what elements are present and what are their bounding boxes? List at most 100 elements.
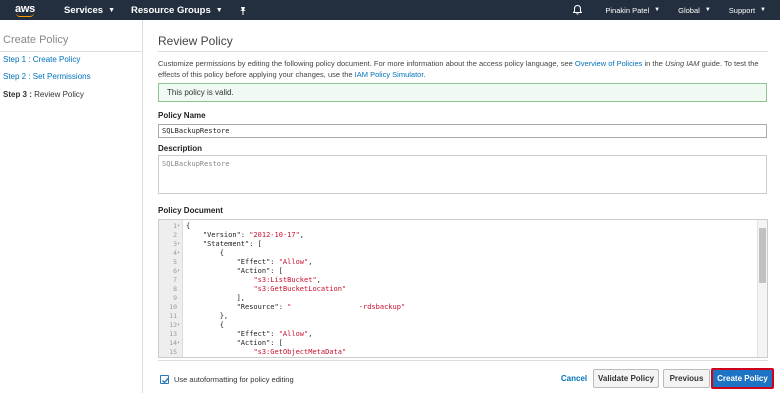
line-number: 9 <box>173 294 177 302</box>
fold-arrow-icon[interactable]: ▾ <box>177 222 180 231</box>
line-number: 3 <box>173 240 177 248</box>
editor-scrollbar[interactable] <box>757 220 767 357</box>
fold-arrow-icon[interactable]: ▾ <box>177 267 180 276</box>
user-menu[interactable]: Pinakin Patel ▼ <box>596 0 669 20</box>
resource-groups-menu[interactable]: Resource Groups ▼ <box>123 0 231 20</box>
policy-name-input[interactable]: SQLBackupRestore <box>158 124 767 138</box>
line-number: 7 <box>173 276 177 284</box>
services-label: Services <box>64 4 104 16</box>
code-string: "Allow" <box>278 330 309 338</box>
line-number: 11 <box>169 312 177 320</box>
line-number: 5 <box>173 258 177 266</box>
cancel-button[interactable]: Cancel <box>557 369 591 388</box>
code-token: "Effect": <box>186 330 279 338</box>
desc-text: Customize permissions by editing the fol… <box>158 59 575 68</box>
code-string: "Allow" <box>278 258 309 266</box>
line-number: 14 <box>169 339 177 347</box>
code-token: ], <box>186 294 246 302</box>
code-line: 1 ▾ { <box>159 222 759 231</box>
fold-arrow-icon[interactable]: ▾ <box>177 321 180 330</box>
code-line: 9 ], <box>159 294 759 303</box>
previous-button[interactable]: Previous <box>663 369 710 388</box>
code-text: "Effect": "Allow", <box>186 258 313 267</box>
policy-document-editor[interactable]: 1 ▾{2 "Version": "2012-10-17", 3 ▾ "Stateme… <box>158 219 768 358</box>
region-menu[interactable]: Global ▼ <box>669 0 720 20</box>
validate-policy-button[interactable]: Validate Policy <box>593 369 659 388</box>
sidebar-divider <box>0 51 143 52</box>
code-line: 8 "s3:GetBucketLocation" <box>159 285 759 294</box>
line-number: 13 <box>169 330 177 338</box>
editor-scrollbar-thumb[interactable] <box>759 228 766 283</box>
code-punct: , <box>308 258 313 266</box>
chevron-down-icon: ▼ <box>760 7 766 13</box>
policy-document-label: Policy Document <box>158 206 223 215</box>
code-line: 6 ▾ "Action": [ <box>159 267 759 276</box>
code-line: 15 "s3:GetObjectMetaData" <box>159 348 759 357</box>
code-line: 12 ▾ { <box>159 321 759 330</box>
step-prefix: Step 3 : <box>3 90 32 99</box>
description-label: Description <box>158 144 203 153</box>
line-number: 4 <box>173 249 177 257</box>
code-token: "Resource": <box>186 303 288 311</box>
code-text: { <box>186 222 190 231</box>
code-string: " -rdsbackup" <box>287 303 406 311</box>
resource-groups-label: Resource Groups <box>131 4 211 16</box>
title-divider <box>158 51 768 52</box>
bell-icon <box>572 5 582 15</box>
code-line: 13 "Effect": "Allow", <box>159 330 759 339</box>
code-string: "s3:GetBucketLocation" <box>253 285 347 293</box>
line-number: 6 <box>173 267 177 275</box>
description-textarea[interactable]: SQLBackupRestore <box>158 155 767 194</box>
code-token: "Action": [ <box>186 267 283 275</box>
services-menu[interactable]: Services ▼ <box>56 0 123 20</box>
page-description: Customize permissions by editing the fol… <box>158 58 766 80</box>
step-label: Review Policy <box>31 90 84 99</box>
code-token: "Action": [ <box>186 339 283 347</box>
fold-arrow-icon[interactable]: ▾ <box>177 249 180 258</box>
code-text: "s3:GetObjectMetaData" <box>186 348 346 357</box>
code-text: ], <box>186 294 245 303</box>
desc-text: in the <box>642 59 665 68</box>
autoformat-checkbox[interactable] <box>160 375 170 384</box>
line-number: 12 <box>169 321 177 329</box>
fold-arrow-icon[interactable]: ▾ <box>177 339 180 348</box>
top-nav: aws Services ▼ Resource Groups ▼ Pinakin… <box>0 0 780 20</box>
support-menu[interactable]: Support ▼ <box>720 0 780 20</box>
logo-smile-icon <box>16 13 34 17</box>
code-line: 14 ▾ "Action": [ <box>159 339 759 348</box>
user-name: Pinakin Patel <box>605 5 650 15</box>
code-text: "s3:GetBucketLocation" <box>186 285 346 294</box>
overview-of-policies-link[interactable]: Overview of Policies <box>575 59 643 68</box>
sidebar-step-create-policy[interactable]: Step 1 : Create Policy <box>3 55 80 64</box>
iam-policy-simulator-link[interactable]: IAM Policy Simulator <box>355 70 424 79</box>
code-line: 2 "Version": "2012-10-17", <box>159 231 759 240</box>
line-number: 1 <box>173 222 177 230</box>
checkmark-icon <box>162 377 170 384</box>
desc-italic: Using IAM <box>664 59 700 68</box>
code-text: "Effect": "Allow", <box>186 330 313 339</box>
code-text: }, <box>186 312 228 321</box>
notifications-button[interactable] <box>566 5 588 15</box>
sidebar-title: Create Policy <box>3 34 69 46</box>
create-policy-button[interactable]: Create Policy <box>711 368 774 389</box>
code-token: "Version": <box>186 231 250 239</box>
policy-valid-alert: This policy is valid. <box>158 83 767 102</box>
chevron-down-icon: ▼ <box>654 7 661 13</box>
code-token: }, <box>186 312 229 320</box>
sidebar-step-set-permissions[interactable]: Step 2 : Set Permissions <box>3 72 91 81</box>
code-string: "2012-10-17" <box>249 231 300 239</box>
chevron-down-icon: ▼ <box>215 6 223 14</box>
aws-logo[interactable]: aws <box>0 0 46 20</box>
code-punct: , <box>299 231 305 239</box>
autoformat-label: Use autoformatting for policy editing <box>174 375 294 384</box>
support-label: Support <box>728 5 756 15</box>
code-string: "s3:ListBucket" <box>253 276 317 284</box>
fold-arrow-icon[interactable]: ▾ <box>177 240 180 249</box>
line-number: 8 <box>173 285 177 293</box>
code-line: 7 "s3:ListBucket", <box>159 276 759 285</box>
pin-button[interactable] <box>231 0 255 20</box>
code-punct: , <box>308 330 313 338</box>
line-number: 10 <box>169 303 177 311</box>
